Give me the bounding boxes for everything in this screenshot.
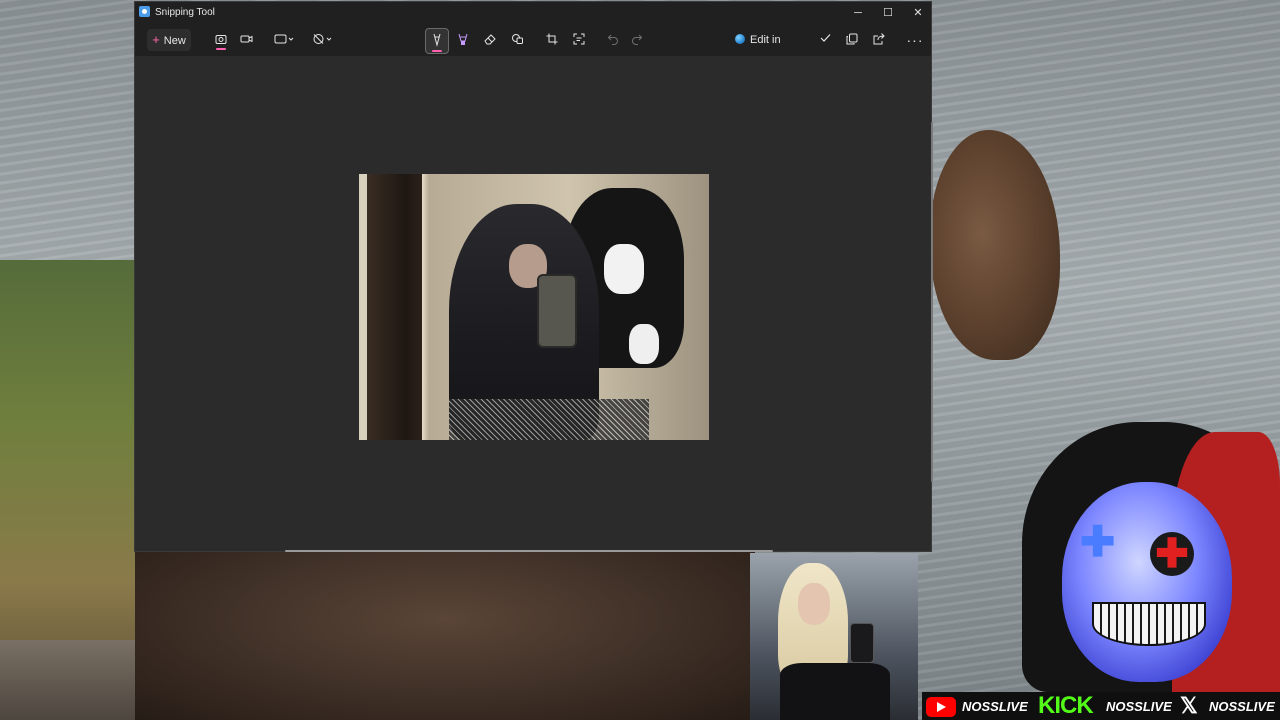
photo-phone [537, 274, 577, 348]
desktop-stream-layout: Snipping Tool ─ ☐ ✕ + New Edit in ··· ✚ … [0, 0, 1280, 720]
share-button[interactable] [870, 29, 888, 51]
youtube-handle: NOSSLIVE [962, 699, 1028, 714]
streamer-avatar-mascot: ✚ ✚ [1022, 422, 1280, 692]
crop-icon [546, 33, 558, 45]
avatar-grin [1092, 602, 1206, 646]
text-actions-tool[interactable] [569, 29, 589, 51]
new-snip-button[interactable]: + New [147, 29, 191, 51]
kick-logo: KICK [1038, 692, 1094, 719]
copy-icon [846, 33, 858, 45]
snip-mode-button[interactable] [211, 29, 231, 51]
webcam-clothing [780, 663, 890, 720]
highlighter-icon [458, 33, 468, 45]
active-tool-indicator [432, 50, 442, 52]
delay-timer-dropdown[interactable] [310, 29, 336, 51]
record-mode-button[interactable] [236, 29, 256, 51]
active-mode-indicator [216, 48, 226, 50]
undo-button[interactable] [603, 29, 623, 51]
snip-shape-dropdown[interactable] [272, 29, 298, 51]
edit-in-paint-button[interactable]: Edit in Paint [735, 29, 807, 68]
shapes-icon [511, 34, 523, 44]
plus-icon: + [152, 32, 160, 47]
shapes-tool[interactable] [507, 29, 527, 51]
ballpoint-pen-tool[interactable] [425, 28, 449, 54]
snipping-tool-app-icon [139, 6, 150, 17]
avatar-mask [1062, 482, 1232, 682]
captured-screenshot-image [359, 174, 709, 440]
close-button[interactable]: ✕ [903, 2, 933, 24]
video-camera-icon [240, 35, 252, 43]
webcam-face [798, 583, 830, 625]
kick-handle: NOSSLIVE [1106, 699, 1172, 714]
no-delay-clock-icon [313, 34, 332, 44]
share-icon [873, 33, 885, 45]
minimize-button[interactable]: ─ [843, 2, 873, 24]
avatar-right-eye-cross-icon: ✚ [1150, 532, 1194, 576]
paint-icon [735, 34, 745, 44]
maximize-button[interactable]: ☐ [873, 2, 903, 24]
toolbar: + New Edit in ··· [135, 24, 931, 68]
save-checkmark-button[interactable] [817, 29, 833, 51]
copy-button[interactable] [843, 29, 861, 51]
rectangle-snip-icon [274, 34, 294, 44]
photo-mirror-frame [367, 174, 422, 440]
checkmark-icon [820, 34, 830, 42]
redo-icon [632, 34, 643, 45]
photo-fishnet-legs [449, 399, 649, 440]
avatar-left-eye-cross-icon: ✚ [1080, 518, 1116, 565]
crop-tool[interactable] [542, 29, 562, 51]
highlighter-tool[interactable] [453, 29, 473, 51]
x-logo-icon: 𝕏 [1180, 693, 1198, 718]
vertical-scrollbar[interactable] [931, 122, 933, 482]
background-bear-body [135, 552, 755, 720]
new-button-label: New [163, 35, 186, 47]
redo-button[interactable] [627, 29, 647, 51]
undo-icon [607, 34, 618, 45]
youtube-icon [926, 697, 956, 717]
snipping-tool-window: Snipping Tool ─ ☐ ✕ + New Edit in ··· [134, 1, 933, 552]
photo-plush-patch [629, 324, 659, 364]
eraser-tool[interactable] [480, 29, 500, 51]
eraser-icon [483, 34, 496, 45]
title-bar[interactable]: Snipping Tool ─ ☐ ✕ [135, 2, 931, 24]
more-options-button[interactable]: ··· [905, 29, 925, 51]
pen-icon [433, 33, 441, 47]
streamer-webcam [750, 553, 918, 720]
text-actions-icon [573, 33, 585, 45]
x-handle: NOSSLIVE [1209, 699, 1275, 714]
camera-icon [215, 35, 227, 44]
photo-plush-patch [604, 244, 644, 294]
social-handles-bar: NOSSLIVE KICK NOSSLIVE 𝕏 NOSSLIVE [922, 692, 1280, 720]
capture-canvas[interactable] [135, 56, 931, 551]
window-title: Snipping Tool [155, 7, 215, 18]
webcam-phone [850, 623, 874, 663]
horizontal-scrollbar[interactable] [285, 550, 773, 552]
